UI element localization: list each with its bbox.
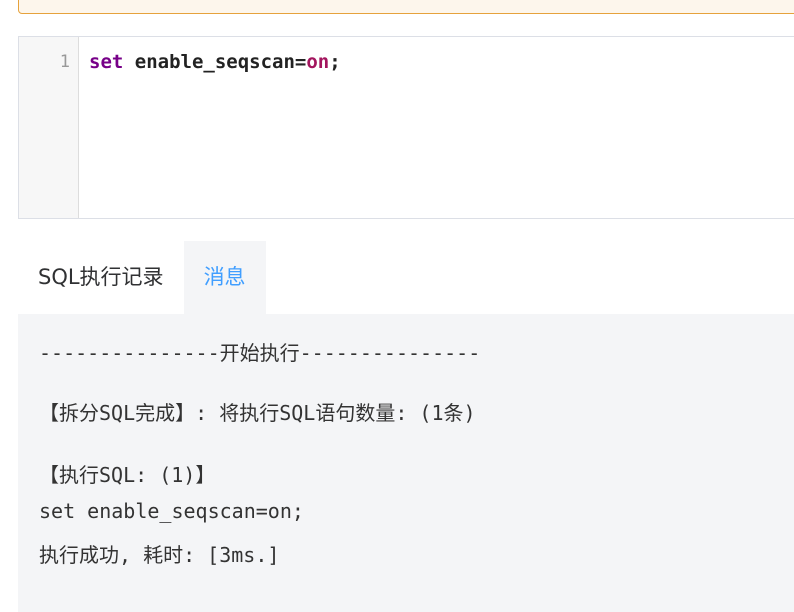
code-area[interactable]: set enable_seqscan=on;: [79, 37, 794, 218]
code-identifier: enable_seqscan=: [123, 51, 307, 73]
message-exec-sql: set enable_seqscan=on;: [39, 499, 304, 523]
message-panel: ---------------开始执行--------------- 【拆分SQ…: [18, 314, 794, 612]
message-exec-header: 【执行SQL: (1)】: [39, 463, 216, 487]
message-start: ---------------开始执行---------------: [39, 341, 481, 365]
tab-messages[interactable]: 消息: [183, 241, 266, 314]
code-keyword: set: [89, 51, 124, 73]
line-gutter: 1: [19, 37, 79, 218]
result-tabs: SQL执行记录 消息: [18, 241, 266, 314]
line-number: 1: [59, 52, 70, 72]
code-value: on: [306, 51, 330, 73]
message-exec-result: 执行成功, 耗时: [3ms.]: [39, 543, 280, 567]
code-terminator: ;: [329, 51, 341, 73]
code-line[interactable]: set enable_seqscan=on;: [89, 51, 341, 73]
tab-sql-history[interactable]: SQL执行记录: [18, 241, 184, 314]
sql-editor[interactable]: 1 set enable_seqscan=on;: [18, 36, 794, 219]
message-split: 【拆分SQL完成】: 将执行SQL语句数量: (1条): [39, 401, 476, 425]
sql-console-page: 1 set enable_seqscan=on; SQL执行记录 消息 ----…: [0, 0, 794, 612]
notice-banner: [18, 0, 794, 14]
